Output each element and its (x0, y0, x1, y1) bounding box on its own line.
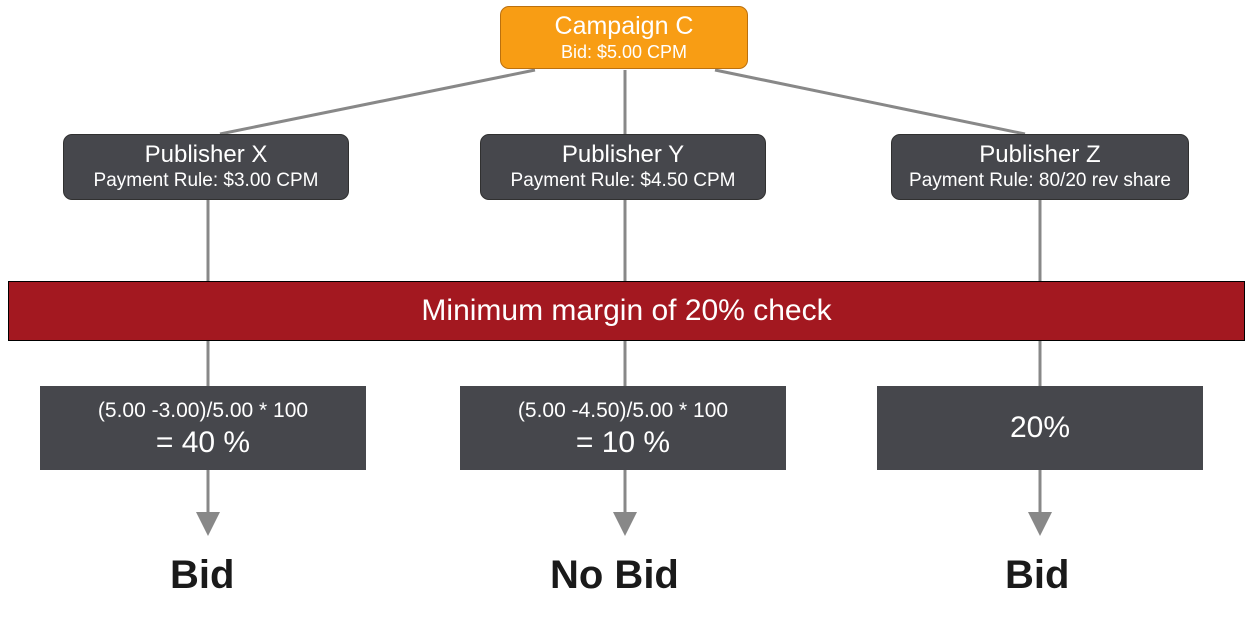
calc-x-node: (5.00 -3.00)/5.00 * 100 = 40 % (40, 386, 366, 470)
margin-check-bar: Minimum margin of 20% check (8, 281, 1245, 341)
calc-z-node: 20% (877, 386, 1203, 470)
campaign-node: Campaign C Bid: $5.00 CPM (500, 6, 748, 69)
calc-y-result: = 10 % (576, 426, 670, 460)
publisher-x-title: Publisher X (64, 139, 348, 170)
campaign-title: Campaign C (501, 11, 747, 42)
publisher-z-rule: Payment Rule: 80/20 rev share (892, 170, 1188, 192)
publisher-z-node: Publisher Z Payment Rule: 80/20 rev shar… (891, 134, 1189, 200)
publisher-x-node: Publisher X Payment Rule: $3.00 CPM (63, 134, 349, 200)
calc-z-result: 20% (1010, 411, 1070, 445)
margin-check-label: Minimum margin of 20% check (421, 294, 831, 328)
outcome-y: No Bid (550, 553, 679, 598)
publisher-y-node: Publisher Y Payment Rule: $4.50 CPM (480, 134, 766, 200)
outcome-z: Bid (1005, 553, 1069, 598)
calc-y-formula: (5.00 -4.50)/5.00 * 100 (518, 396, 728, 426)
publisher-z-title: Publisher Z (892, 139, 1188, 170)
calc-x-result: = 40 % (156, 426, 250, 460)
calc-y-node: (5.00 -4.50)/5.00 * 100 = 10 % (460, 386, 786, 470)
outcome-x: Bid (170, 553, 234, 598)
calc-x-formula: (5.00 -3.00)/5.00 * 100 (98, 396, 308, 426)
campaign-bid: Bid: $5.00 CPM (501, 42, 747, 63)
publisher-x-rule: Payment Rule: $3.00 CPM (64, 170, 348, 192)
publisher-y-rule: Payment Rule: $4.50 CPM (481, 170, 765, 192)
publisher-y-title: Publisher Y (481, 139, 765, 170)
